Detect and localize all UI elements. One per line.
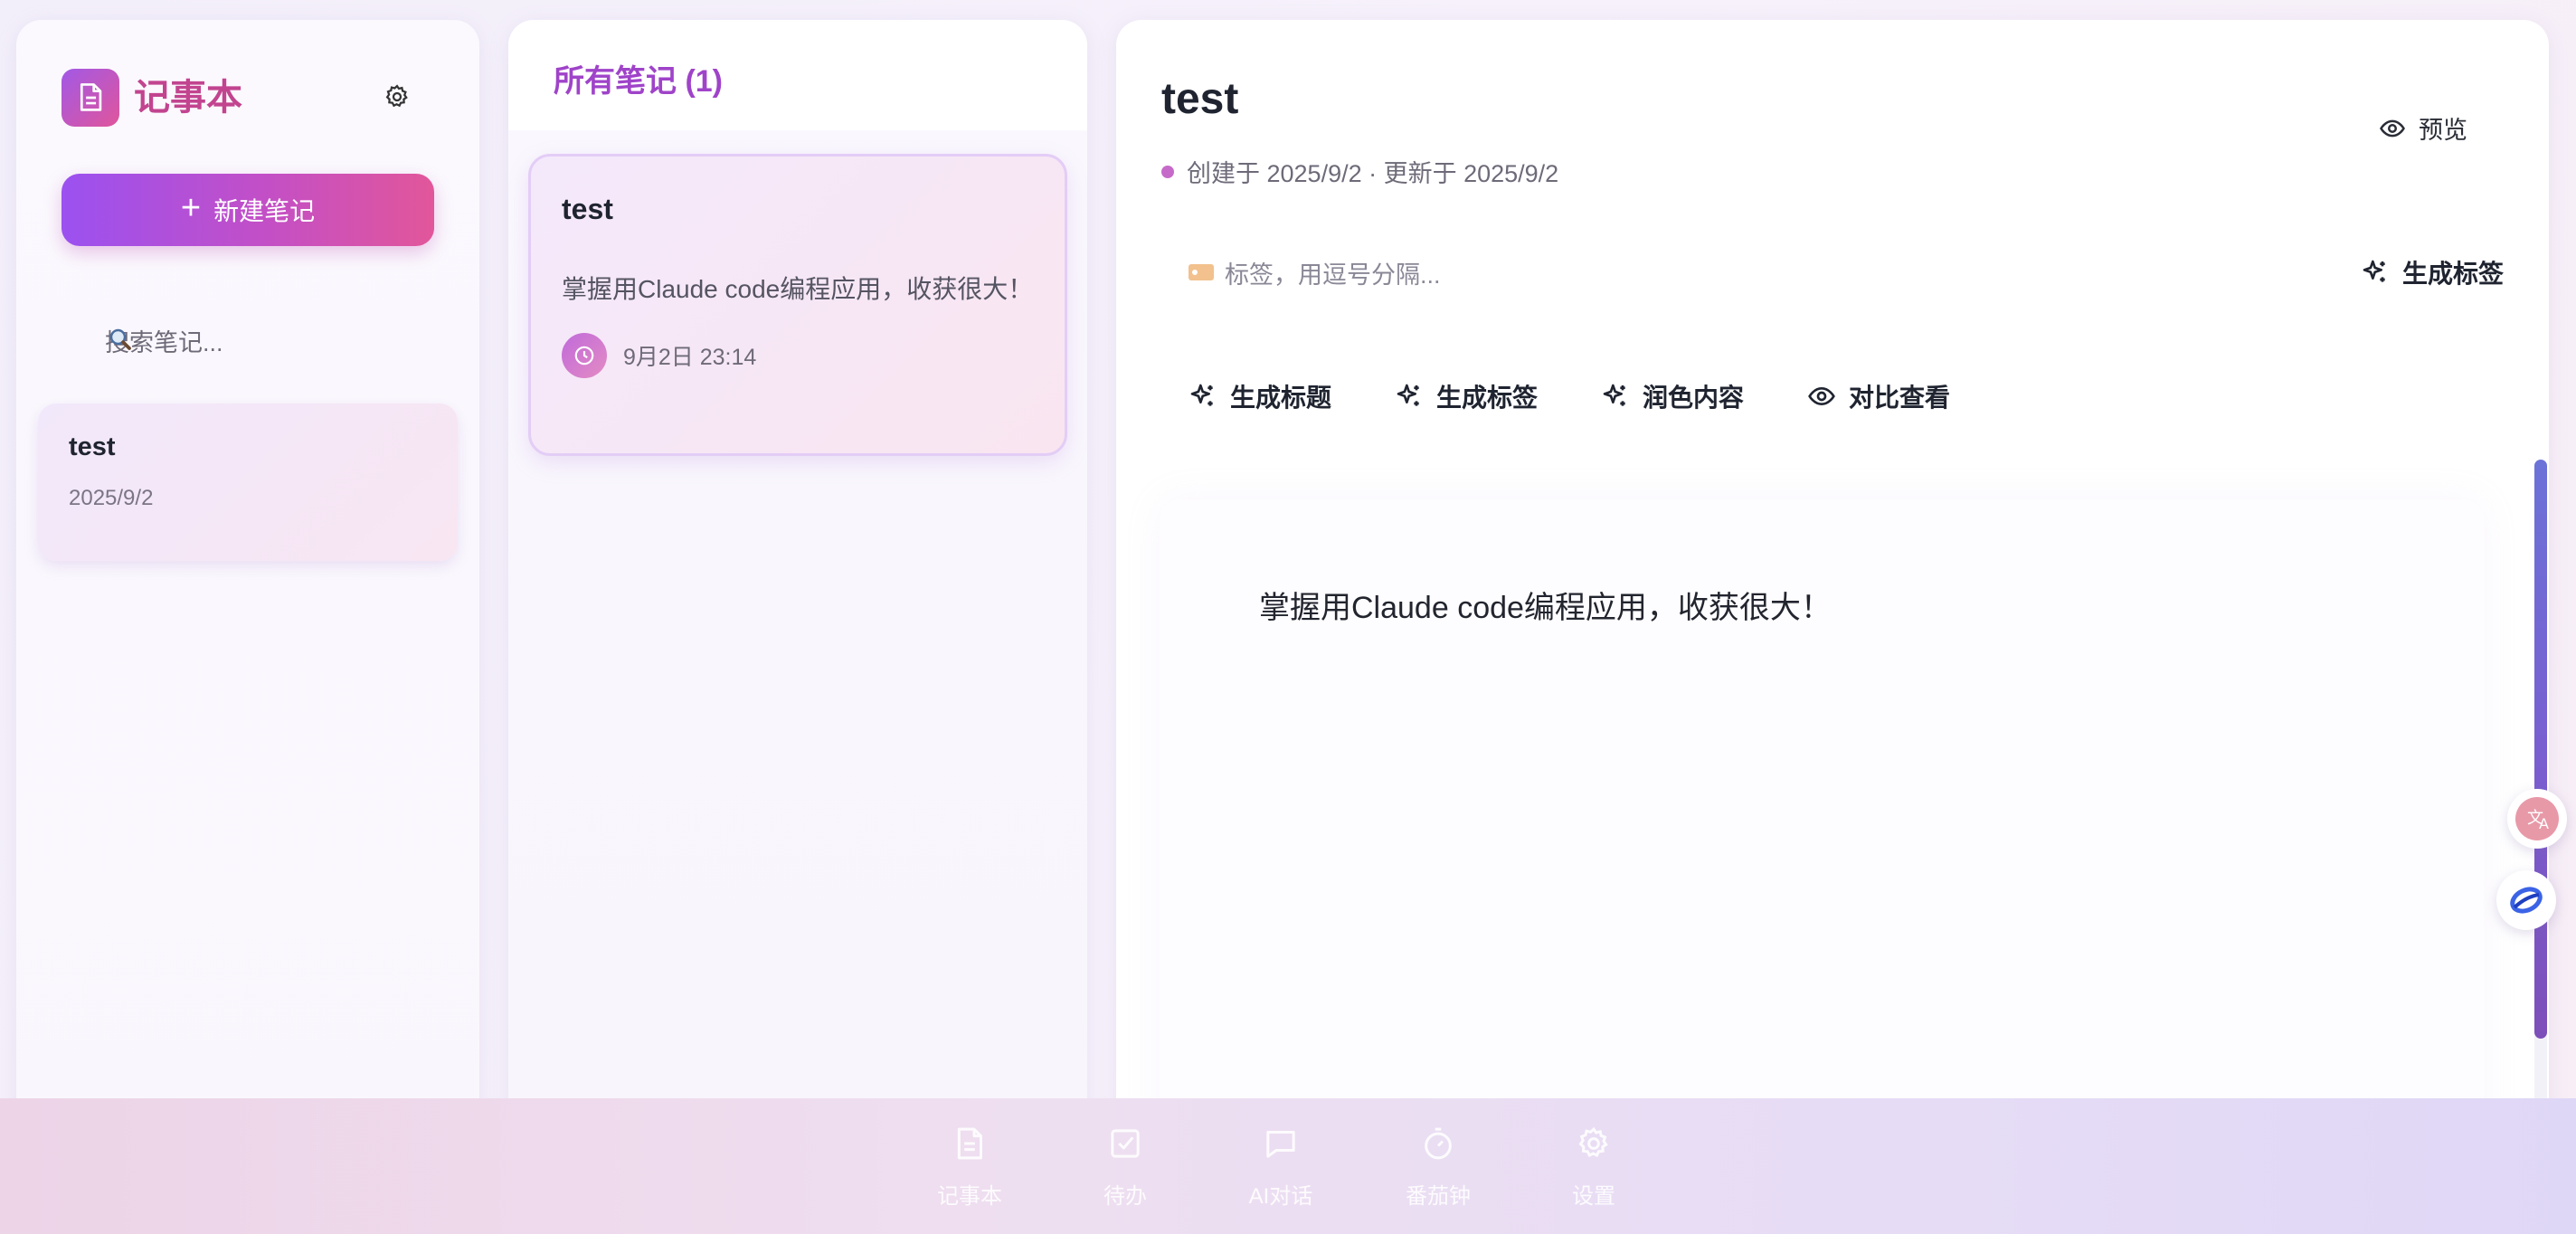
note-title[interactable]: test xyxy=(1161,74,1238,124)
note-card-title: test xyxy=(562,193,613,225)
note-icon xyxy=(957,1127,982,1160)
compare-view-button[interactable]: 对比查看 xyxy=(1807,378,1950,414)
preview-button[interactable]: 预览 xyxy=(2379,110,2467,146)
nav-label: AI对话 xyxy=(1248,1184,1313,1209)
nav-item-pomodoro[interactable]: 番茄钟 xyxy=(1375,1125,1501,1210)
sidebar-note-item[interactable]: test 2025/9/2 xyxy=(38,403,458,561)
eye-icon xyxy=(1808,386,1835,406)
generate-title-label: 生成标题 xyxy=(1230,384,1332,412)
nav-label: 待办 xyxy=(1103,1184,1147,1209)
sidebar-note-title: test xyxy=(69,432,116,461)
status-dot xyxy=(1161,165,1174,178)
note-card-meta: 9月2日 23:14 xyxy=(562,333,1034,378)
generate-tags-tool-label: 生成标签 xyxy=(1436,384,1539,412)
note-content-text: 掌握用Claude code编程应用，收获很大！ xyxy=(1259,591,1832,625)
generate-tags-button[interactable]: 生成标签 xyxy=(2361,254,2504,290)
list-header: 所有笔记 (1) xyxy=(508,20,1087,130)
tags-row: 标签，用逗号分隔... 生成标签 xyxy=(1161,233,2504,311)
svg-text:A: A xyxy=(2539,815,2549,832)
note-meta: 创建于 2025/9/2 · 更新于 2025/9/2 xyxy=(1161,154,1558,189)
preview-label: 预览 xyxy=(2419,117,2467,144)
compare-view-label: 对比查看 xyxy=(1849,384,1951,412)
translate-float-button[interactable]: 文 A xyxy=(2507,789,2567,849)
sparkles-icon xyxy=(1603,384,1625,406)
tags-input[interactable]: 标签，用逗号分隔... xyxy=(1161,255,1441,290)
nav-label: 记事本 xyxy=(937,1184,1002,1209)
eye-icon xyxy=(2380,119,2405,137)
nav-label: 设置 xyxy=(1572,1184,1615,1209)
sparkles-icon xyxy=(1397,384,1419,406)
nav-item-ai-chat[interactable]: AI对话 xyxy=(1217,1125,1344,1210)
assistant-float-button[interactable] xyxy=(2496,870,2556,930)
chat-icon xyxy=(1266,1131,1295,1158)
polish-content-label: 润色内容 xyxy=(1643,384,1745,412)
new-note-label: 新建笔记 xyxy=(213,197,316,225)
generate-title-button[interactable]: 生成标题 xyxy=(1189,378,1331,414)
note-card[interactable]: test 掌握用Claude code编程应用，收获很大！ 9月2日 23:14 xyxy=(528,154,1067,456)
note-card-time: 9月2日 23:14 xyxy=(623,345,757,370)
note-card-preview: 掌握用Claude code编程应用，收获很大！ xyxy=(562,275,1034,303)
checkbox-icon xyxy=(1111,1129,1140,1158)
search-input[interactable]: 搜索笔记... xyxy=(62,311,434,369)
scrollbar-thumb[interactable] xyxy=(2534,460,2547,1039)
bottom-nav: 记事本 待办 AI对话 番茄钟 设置 xyxy=(0,1098,2576,1234)
timer-icon xyxy=(1425,1127,1452,1160)
notes-list-panel: 所有笔记 (1) test 掌握用Claude code编程应用，收获很大！ 9… xyxy=(508,20,1087,1214)
search-icon xyxy=(109,328,131,350)
note-meta-text: 创建于 2025/9/2 · 更新于 2025/9/2 xyxy=(1187,160,1559,187)
settings-gear-icon[interactable] xyxy=(382,81,412,112)
sidebar: 记事本 + 新建笔记 搜索笔记... test 2025/9/2 xyxy=(16,20,479,1214)
editor-panel: test 预览 创建于 2025/9/2 · 更新于 2025/9/2 标签，用… xyxy=(1116,20,2549,1214)
nav-item-notes[interactable]: 记事本 xyxy=(906,1125,1033,1210)
generate-tags-label: 生成标签 xyxy=(2401,260,2504,288)
clock-icon xyxy=(562,333,607,378)
document-icon xyxy=(80,83,102,111)
sidebar-note-date: 2025/9/2 xyxy=(69,486,154,510)
sparkles-icon xyxy=(2363,260,2385,282)
app-logo xyxy=(62,69,119,127)
plus-icon: + xyxy=(180,189,202,227)
tag-icon xyxy=(1189,264,1214,280)
generate-tags-tool-button[interactable]: 生成标签 xyxy=(1395,378,1538,414)
new-note-button[interactable]: + 新建笔记 xyxy=(62,174,434,246)
sparkles-icon xyxy=(1190,384,1213,406)
gear-icon xyxy=(1578,1126,1608,1158)
tags-placeholder: 标签，用逗号分隔... xyxy=(1225,261,1441,289)
assistant-icon xyxy=(2510,887,2543,914)
nav-item-settings[interactable]: 设置 xyxy=(1530,1125,1657,1210)
ai-tools-row: 生成标题 生成标签 润色内容 对比查看 xyxy=(1189,378,1950,414)
app-title: 记事本 xyxy=(134,78,242,118)
polish-content-button[interactable]: 润色内容 xyxy=(1601,378,1744,414)
nav-label: 番茄钟 xyxy=(1406,1184,1471,1209)
list-heading: 所有笔记 (1) xyxy=(554,64,723,99)
translate-icon: 文 A xyxy=(2515,797,2559,840)
nav-item-todo[interactable]: 待办 xyxy=(1062,1125,1189,1210)
